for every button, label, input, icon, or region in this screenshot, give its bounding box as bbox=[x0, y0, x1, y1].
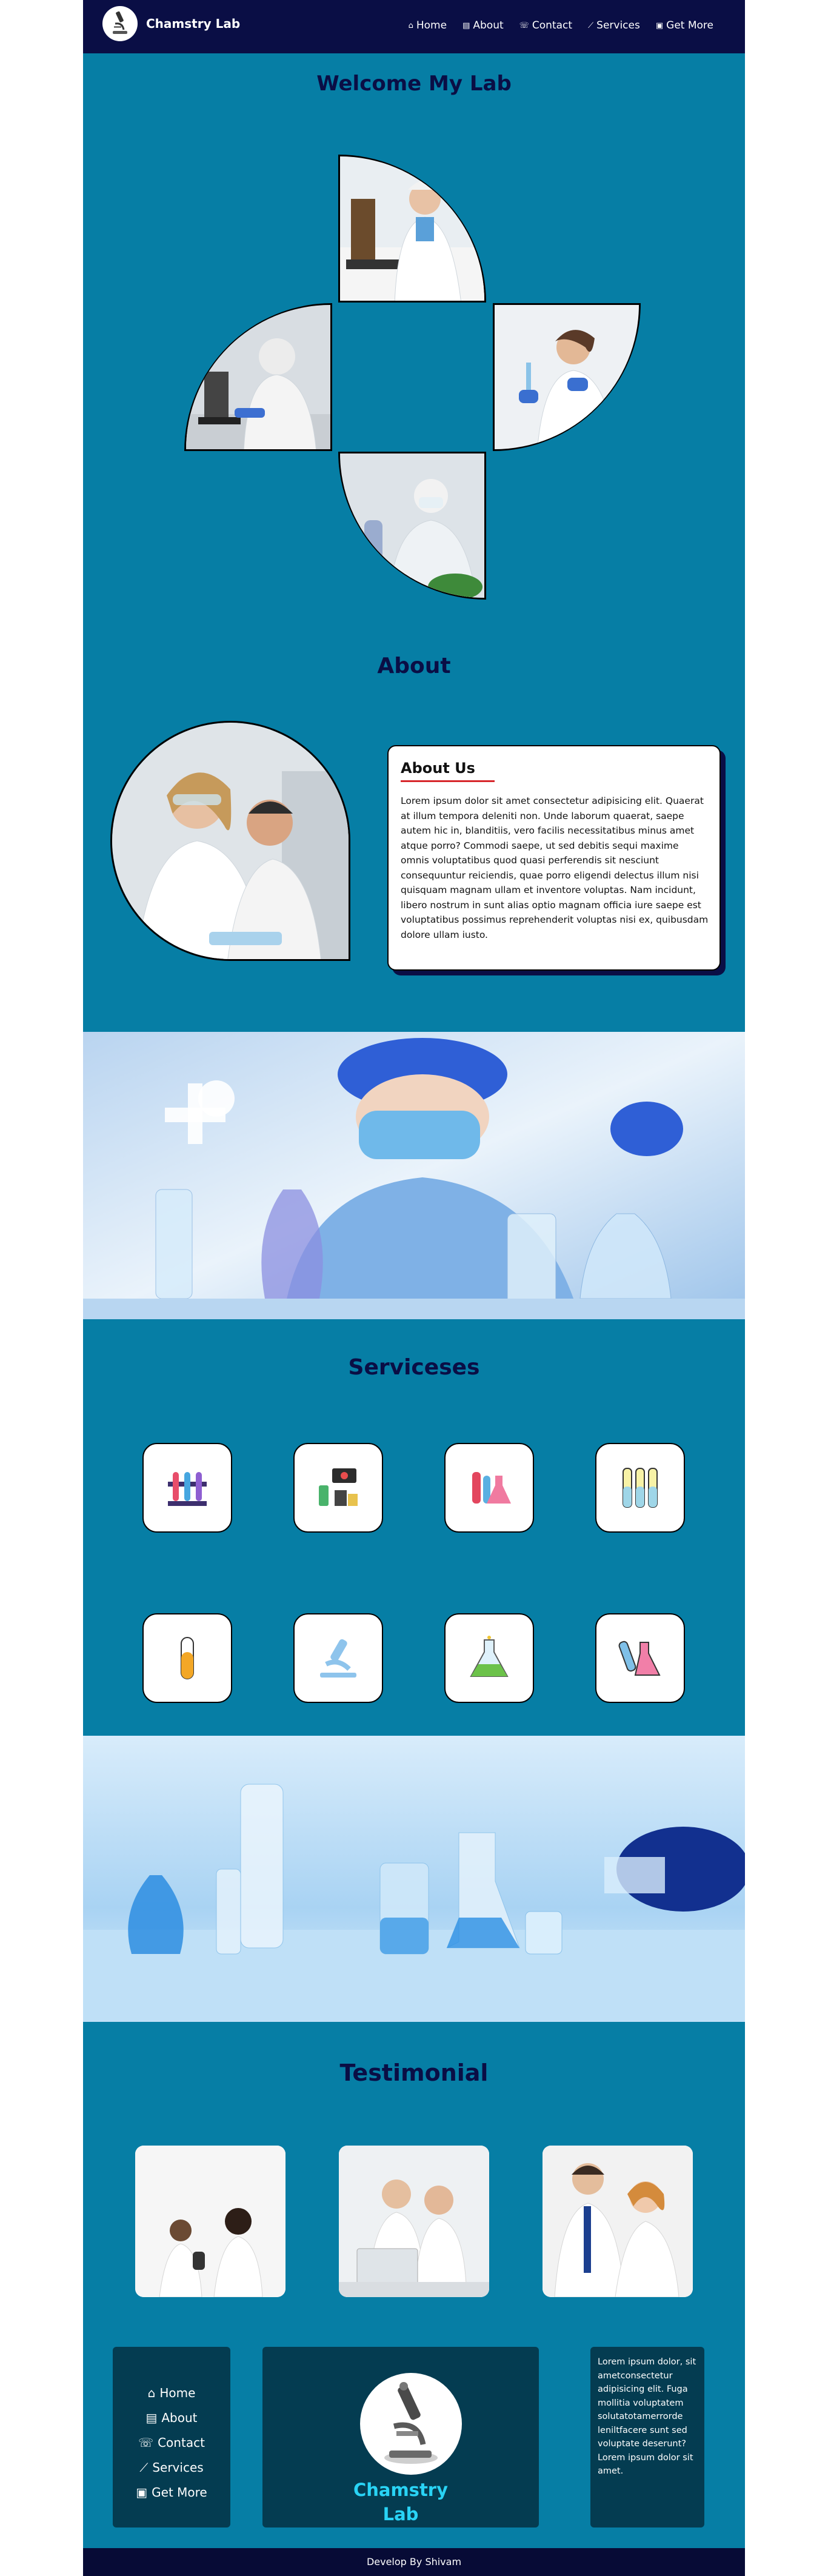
home-icon: ⌂ bbox=[147, 2385, 156, 2400]
id-card-icon: ▤ bbox=[145, 2410, 158, 2425]
nav-label: Contact bbox=[532, 19, 573, 32]
chart-line-icon: ⟋ bbox=[588, 21, 594, 30]
about-title: About bbox=[377, 654, 451, 678]
footer-link-services[interactable]: ⟋ Services bbox=[113, 2455, 230, 2480]
footer-text: Lorem ipsum dolor, sit ametconsectetur a… bbox=[598, 2357, 696, 2476]
footer-text-box: Lorem ipsum dolor, sit ametconsectetur a… bbox=[590, 2347, 704, 2527]
testimonial-photo-1 bbox=[135, 2146, 285, 2297]
welcome-photo-top bbox=[338, 155, 486, 303]
testimonial-photo-2 bbox=[339, 2146, 489, 2297]
nav-about[interactable]: ▤ About bbox=[462, 19, 504, 32]
logo[interactable] bbox=[102, 6, 138, 41]
brand-name[interactable]: Chamstry Lab bbox=[146, 16, 240, 31]
yellow-test-tubes-icon bbox=[623, 1468, 658, 1508]
footer-credit: Develop By Shivam bbox=[83, 2548, 745, 2576]
nav-get-more[interactable]: ▣ Get More bbox=[656, 19, 713, 32]
welcome-photo-bottom bbox=[338, 452, 486, 600]
header: Chamstry Lab ⌂ Home ▤ About ☏ Contact ⟋ Serv… bbox=[83, 0, 745, 53]
flask-tubes-icon bbox=[472, 1472, 511, 1504]
service-card-7[interactable] bbox=[444, 1613, 534, 1703]
lab-banner-1 bbox=[83, 1032, 745, 1319]
microscope-logo-icon bbox=[113, 11, 127, 34]
footer-brand-line2: Lab bbox=[382, 2504, 419, 2524]
lab-banner-2 bbox=[83, 1736, 745, 2022]
service-card-5[interactable] bbox=[142, 1613, 232, 1703]
footer-link-label: Contact bbox=[158, 2435, 205, 2450]
nav-services[interactable]: ⟋ Services bbox=[588, 19, 640, 32]
welcome-title: Welcome My Lab bbox=[316, 72, 512, 96]
service-card-2[interactable] bbox=[293, 1443, 383, 1533]
box-icon: ▣ bbox=[136, 2484, 148, 2500]
nav-home[interactable]: ⌂ Home bbox=[409, 19, 447, 32]
home-icon: ⌂ bbox=[408, 21, 413, 30]
services-title: Serviceses bbox=[348, 1355, 480, 1380]
lab-equipment-icon bbox=[319, 1468, 358, 1506]
footer-links: ⌂ Home ▤ About ☏ Contact ⟋ Services ▣ Get Mor… bbox=[113, 2380, 230, 2504]
green-flask-icon bbox=[470, 1636, 509, 1677]
id-card-icon: ▤ bbox=[462, 21, 470, 30]
nav-label: Services bbox=[596, 19, 640, 32]
footer-link-label: Get More bbox=[152, 2484, 207, 2500]
footer-link-get-more[interactable]: ▣ Get More bbox=[113, 2480, 230, 2504]
nav-label: Get More bbox=[666, 19, 713, 32]
test-tube-icon bbox=[181, 1637, 194, 1679]
service-card-1[interactable] bbox=[142, 1443, 232, 1533]
phone-icon: ☏ bbox=[519, 21, 529, 30]
testimonial-photo-3 bbox=[543, 2146, 693, 2297]
microscope-icon bbox=[384, 2382, 438, 2464]
about-photo bbox=[110, 721, 350, 961]
footer-brand-line1: Chamstry bbox=[353, 2480, 449, 2500]
page: Chamstry Lab ⌂ Home ▤ About ☏ Contact ⟋ Serv… bbox=[83, 0, 745, 2576]
phone-icon: ☏ bbox=[138, 2435, 154, 2450]
nav-contact[interactable]: ☏ Contact bbox=[519, 19, 572, 32]
service-card-6[interactable] bbox=[293, 1613, 383, 1703]
footer-link-label: Services bbox=[152, 2460, 204, 2475]
about-card-text: Lorem ipsum dolor sit amet consectetur a… bbox=[401, 795, 709, 940]
testimonial-title: Testimonial bbox=[339, 2059, 489, 2086]
footer-link-about[interactable]: ▤ About bbox=[113, 2405, 230, 2430]
test-tubes-rack-icon bbox=[168, 1472, 207, 1506]
about-card-title: About Us bbox=[401, 760, 475, 777]
footer-link-label: About bbox=[161, 2410, 198, 2425]
service-card-4[interactable] bbox=[595, 1443, 685, 1533]
microscope-icon bbox=[320, 1639, 356, 1678]
footer-links-box: ⌂ Home ▤ About ☏ Contact ⟋ Services ▣ Get Mor… bbox=[113, 2347, 230, 2527]
title-underline bbox=[401, 780, 495, 782]
welcome-photo-right bbox=[493, 303, 641, 451]
about-card: About Us Lorem ipsum dolor sit amet cons… bbox=[387, 745, 721, 971]
footer-link-home[interactable]: ⌂ Home bbox=[113, 2380, 230, 2405]
box-icon: ▣ bbox=[655, 21, 664, 30]
pink-flask-icon bbox=[618, 1641, 661, 1676]
welcome-photo-left bbox=[184, 303, 332, 451]
main-nav: ⌂ Home ▤ About ☏ Contact ⟋ Services ▣ Get Mor… bbox=[409, 19, 713, 32]
service-card-3[interactable] bbox=[444, 1443, 534, 1533]
footer-link-contact[interactable]: ☏ Contact bbox=[113, 2430, 230, 2455]
chart-line-icon: ⟋ bbox=[139, 2460, 149, 2475]
footer-logo[interactable] bbox=[360, 2373, 462, 2475]
footer-brand-box: Chamstry Lab bbox=[262, 2347, 539, 2527]
nav-label: Home bbox=[416, 19, 447, 32]
service-card-8[interactable] bbox=[595, 1613, 685, 1703]
footer-link-label: Home bbox=[159, 2385, 196, 2400]
nav-label: About bbox=[473, 19, 504, 32]
